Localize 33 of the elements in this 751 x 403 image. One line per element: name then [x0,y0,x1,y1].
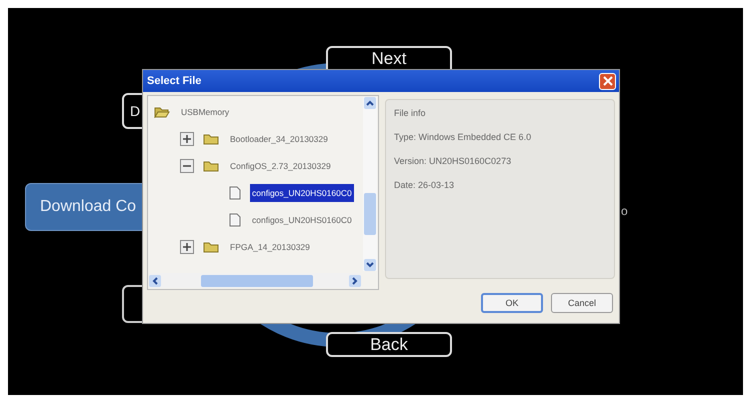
folder-icon [203,241,219,253]
expand-toggle-icon[interactable] [180,240,194,254]
info-text: Type: Windows Embedded CE 6.0 [394,132,532,142]
vertical-scrollbar[interactable] [363,97,377,271]
folder-item[interactable]: FPGA_14_20130329 [228,238,312,256]
window-title: Select File [147,75,202,87]
folder-icon [203,133,219,145]
close-button[interactable] [599,72,616,90]
scroll-thumb[interactable] [201,274,313,286]
chevron-left-icon[interactable] [149,274,161,286]
info-text: Version: UN20HS0160C0273 [394,156,512,166]
folder-item[interactable]: ConfigOS_2.73_20130329 [228,157,333,175]
chevron-right-icon[interactable] [349,274,361,286]
info-text: Date: 26-03-13 [394,180,454,190]
dialog-button[interactable]: Cancel [551,293,613,313]
file-icon [229,186,241,200]
scroll-thumb[interactable] [364,193,376,235]
folder-item[interactable]: USBMemory [179,103,232,121]
collapse-toggle-icon[interactable] [180,159,194,173]
close-icon [602,76,612,86]
dialog-button[interactable]: OK [481,293,543,313]
folder-item[interactable]: Bootloader_34_20130329 [228,130,330,148]
file-item[interactable]: configos_UN20HS0160C0 [250,184,354,202]
folder-icon [203,160,219,172]
file-item[interactable]: configos_UN20HS0160C0 [250,211,354,229]
group-title: File info [394,108,426,118]
horizontal-scrollbar[interactable] [149,273,361,288]
chevron-down-icon[interactable] [364,259,376,271]
file-icon [229,213,241,227]
screen-button[interactable]: Back [326,332,452,357]
expand-toggle-icon[interactable] [180,132,194,146]
chevron-up-icon[interactable] [364,97,376,109]
label-text: o [621,204,628,218]
